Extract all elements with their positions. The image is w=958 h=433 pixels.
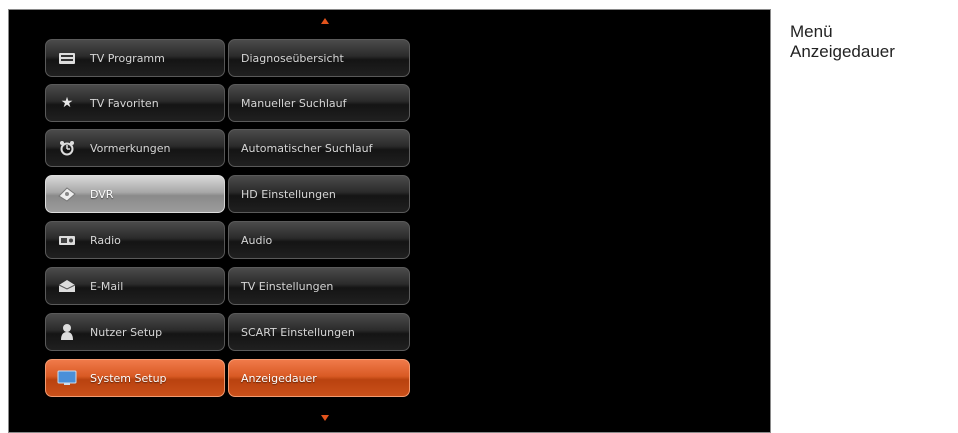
dvr-disc-icon	[54, 185, 80, 203]
submenu-label: Manueller Suchlauf	[241, 96, 347, 110]
submenu-hd-einstellungen[interactable]: HD Einstellungen	[228, 175, 410, 213]
tv-guide-icon	[54, 49, 80, 67]
submenu-diagnoseuebersicht[interactable]: Diagnoseübersicht	[228, 39, 410, 77]
caption-line-2: Anzeigedauer	[790, 42, 895, 61]
mail-icon	[54, 277, 80, 295]
submenu-label: TV Einstellungen	[241, 279, 334, 293]
scroll-down-arrow-icon[interactable]	[321, 415, 329, 421]
main-menu-label: Radio	[90, 233, 121, 247]
main-menu-tv-programm[interactable]: TV Programm	[45, 39, 225, 77]
alarm-clock-icon	[54, 139, 80, 157]
main-menu-nutzer-setup[interactable]: Nutzer Setup	[45, 313, 225, 351]
main-menu-radio[interactable]: Radio	[45, 221, 225, 259]
submenu-label: Automatischer Suchlauf	[241, 141, 373, 155]
caption: Menü Anzeigedauer	[790, 22, 895, 62]
scroll-up-arrow-icon[interactable]	[321, 18, 329, 24]
submenu-label: Audio	[241, 233, 273, 247]
star-icon: ★	[60, 95, 74, 111]
radio-icon	[54, 231, 80, 249]
submenu-anzeigedauer[interactable]: Anzeigedauer	[228, 359, 410, 397]
submenu-label: SCART Einstellungen	[241, 325, 355, 339]
main-menu-label: System Setup	[90, 371, 167, 385]
main-menu-label: TV Favoriten	[90, 96, 159, 110]
main-menu-label: Nutzer Setup	[90, 325, 163, 339]
system-setup-icon	[54, 369, 80, 387]
user-icon	[54, 323, 80, 341]
main-menu-label: Vormerkungen	[90, 141, 171, 155]
submenu-audio[interactable]: Audio	[228, 221, 410, 259]
main-menu-system-setup[interactable]: System Setup	[45, 359, 225, 397]
submenu-label: Anzeigedauer	[241, 371, 317, 385]
main-menu-email[interactable]: E-Mail	[45, 267, 225, 305]
caption-line-1: Menü	[790, 22, 833, 41]
submenu-tv-einstellungen[interactable]: TV Einstellungen	[228, 267, 410, 305]
main-menu-label: DVR	[90, 187, 114, 201]
main-menu-vormerkungen[interactable]: Vormerkungen	[45, 129, 225, 167]
main-menu-dvr[interactable]: DVR	[45, 175, 225, 213]
submenu-scart-einstellungen[interactable]: SCART Einstellungen	[228, 313, 410, 351]
submenu-manueller-suchlauf[interactable]: Manueller Suchlauf	[228, 84, 410, 122]
main-menu-tv-favoriten[interactable]: ★ TV Favoriten	[45, 84, 225, 122]
submenu-label: Diagnoseübersicht	[241, 51, 344, 65]
main-menu-label: TV Programm	[90, 51, 165, 65]
main-menu-label: E-Mail	[90, 279, 124, 293]
submenu-automatischer-suchlauf[interactable]: Automatischer Suchlauf	[228, 129, 410, 167]
submenu-label: HD Einstellungen	[241, 187, 336, 201]
tv-screen: TV Programm ★ TV Favoriten Vormerkungen …	[8, 9, 771, 433]
